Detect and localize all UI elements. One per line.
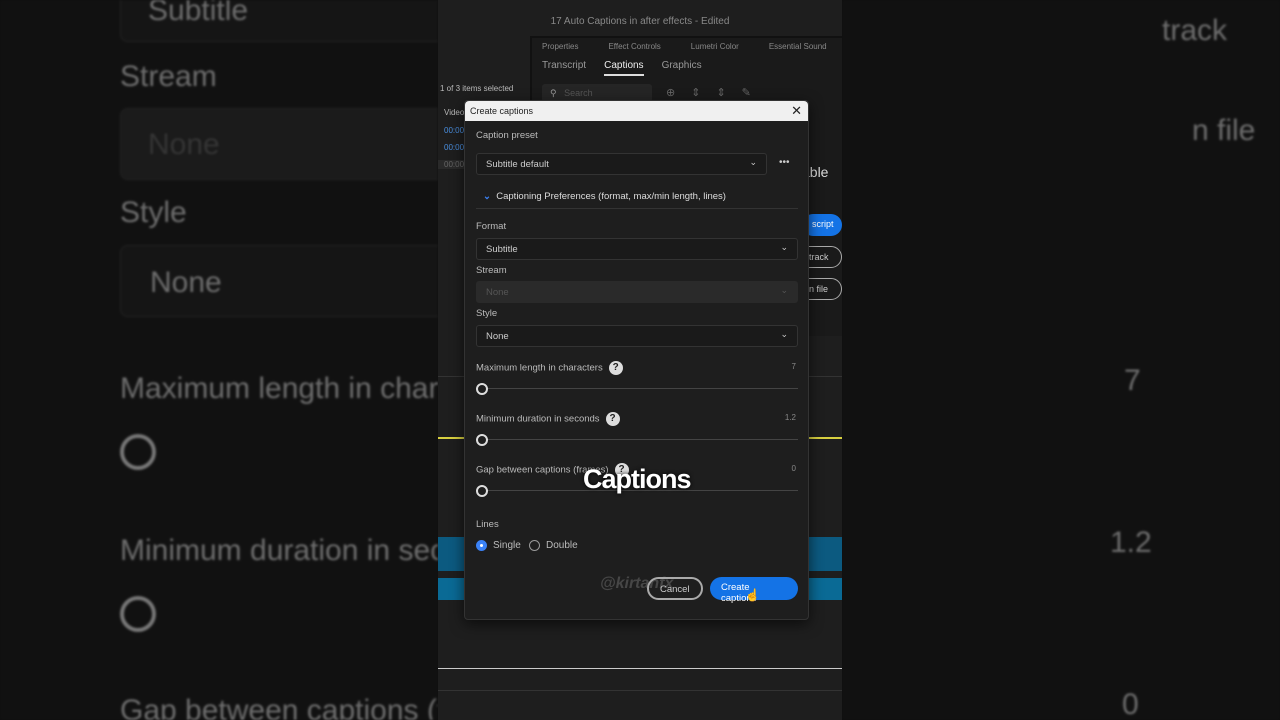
help-icon[interactable]: ?: [605, 412, 620, 426]
video-caption-overlay: Captions: [583, 464, 692, 494]
timecode[interactable]: 00:00: [444, 143, 464, 152]
tab-transcript[interactable]: Transcript: [542, 60, 586, 76]
selection-status: 1 of 3 items selected: [440, 84, 514, 93]
app-window: 17 Auto Captions in after effects - Edit…: [438, 0, 842, 720]
blurred-background-left: Subtitle Stream None Style None Maximum …: [0, 0, 438, 720]
more-options-icon[interactable]: •••: [779, 157, 790, 168]
tab-properties[interactable]: Properties: [542, 42, 578, 51]
help-icon[interactable]: ?: [608, 361, 623, 375]
tab-lumetri-color[interactable]: Lumetri Color: [691, 42, 739, 51]
cancel-button[interactable]: Cancel: [647, 577, 703, 600]
blurred-background-right: track n file 7 1.2 0: [842, 0, 1280, 720]
tab-captions[interactable]: Captions: [604, 60, 644, 76]
close-icon[interactable]: ✕: [791, 103, 802, 119]
chevron-down-icon: ⌄: [749, 157, 757, 167]
chevron-down-icon: ⌄: [780, 242, 788, 252]
edit-icon[interactable]: ✎: [742, 86, 751, 99]
hand-cursor-icon: ☝: [745, 588, 760, 602]
split-icon[interactable]: ⇕: [716, 86, 725, 99]
tab-graphics[interactable]: Graphics: [662, 60, 702, 76]
lines-single-radio[interactable]: Single: [476, 540, 521, 551]
lines-double-radio[interactable]: Double: [529, 540, 578, 551]
caption-preset-dropdown[interactable]: Subtitle default ⌄: [476, 153, 767, 175]
style-dropdown[interactable]: None ⌄: [476, 325, 798, 347]
captioning-preferences-toggle[interactable]: ⌄ Captioning Preferences (format, max/mi…: [476, 191, 798, 209]
tab-effect-controls[interactable]: Effect Controls: [608, 42, 660, 51]
search-icon: ⚲: [550, 88, 557, 98]
merge-icon[interactable]: ⇕: [691, 86, 700, 99]
dialog-title: Create captions: [470, 106, 534, 116]
chevron-down-icon: ⌄: [483, 191, 491, 202]
tab-essential-sound[interactable]: Essential Sound: [769, 42, 827, 51]
stream-dropdown[interactable]: None ⌄: [476, 281, 798, 303]
window-title: 17 Auto Captions in after effects - Edit…: [550, 16, 730, 27]
max-length-slider[interactable]: [476, 383, 798, 395]
chevron-down-icon: ⌄: [780, 329, 788, 339]
min-duration-slider[interactable]: [476, 434, 798, 446]
chevron-down-icon: ⌄: [780, 285, 788, 295]
add-icon[interactable]: ⊕: [666, 86, 675, 99]
timecode[interactable]: 00:00: [444, 126, 464, 135]
format-dropdown[interactable]: Subtitle ⌄: [476, 238, 798, 260]
